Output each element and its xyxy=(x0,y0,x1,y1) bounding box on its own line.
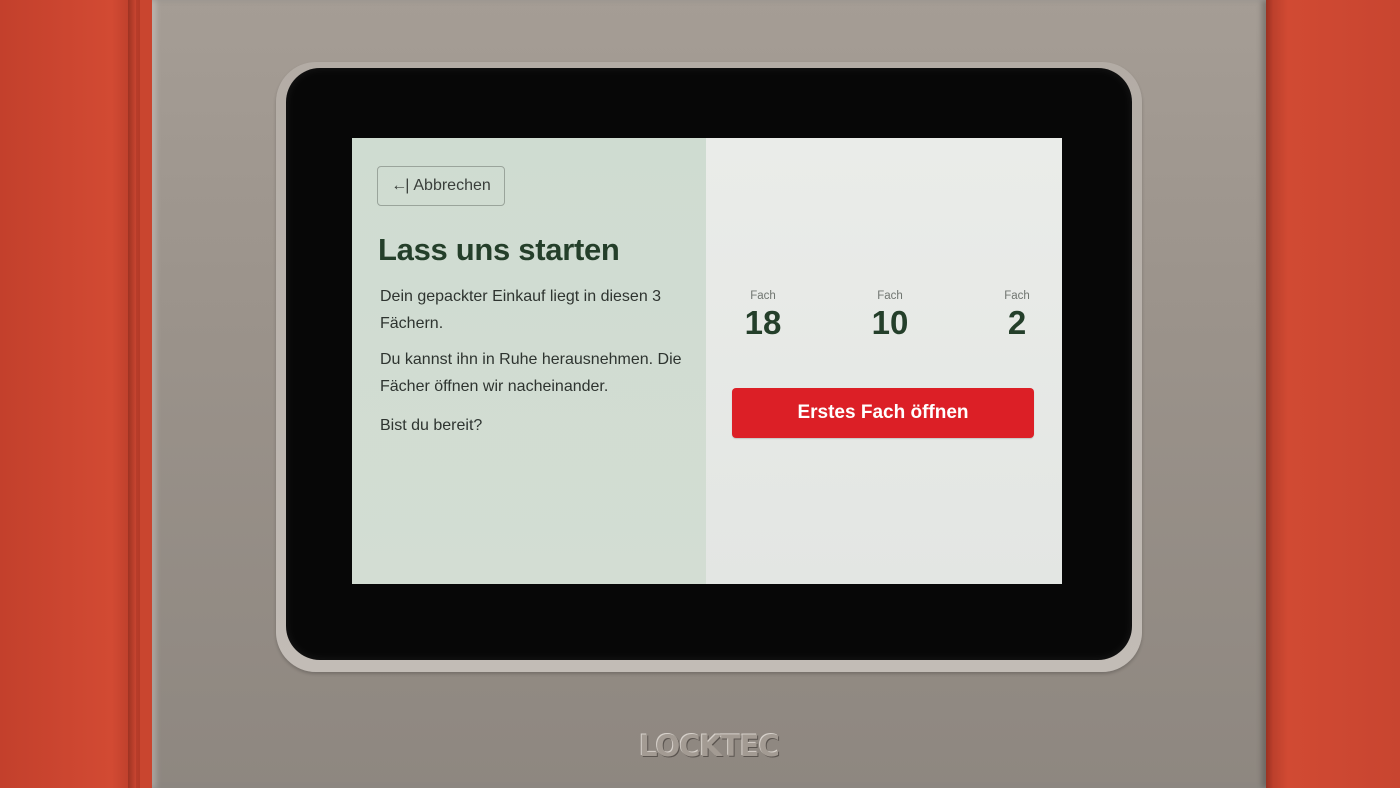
locker-door-right xyxy=(1260,0,1400,788)
compartment-list: Fach 18 Fach 10 Fach 2 xyxy=(728,290,1052,342)
info-text-instructions: Du kannst ihn in Ruhe herausnehmen. Die … xyxy=(380,351,682,395)
compartment-item: Fach 18 xyxy=(728,290,798,342)
compartment-number: 18 xyxy=(744,304,782,341)
compartment-number: 10 xyxy=(871,304,909,341)
locker-seam-left xyxy=(128,0,136,788)
info-pane: ←| Abbrechen Lass uns starten Dein gepac… xyxy=(352,138,706,584)
open-first-compartment-button[interactable]: Erstes Fach öffnen xyxy=(732,388,1034,438)
compartment-label: Fach xyxy=(750,290,776,302)
action-pane: Fach 18 Fach 10 Fach 2 Erstes Fach öffne… xyxy=(706,138,1062,584)
arrow-left-to-bar-icon: ←| xyxy=(391,177,409,194)
info-text-compartments: Dein gepackter Einkauf liegt in diesen 3… xyxy=(380,288,662,332)
compartment-label: Fach xyxy=(1004,290,1030,302)
compartment-number: 2 xyxy=(1007,304,1027,341)
compartment-item: Fach 2 xyxy=(982,290,1052,342)
cancel-button-label: Abbrechen xyxy=(413,177,491,194)
compartment-item: Fach 10 xyxy=(855,290,925,342)
page-title: Lass uns starten xyxy=(378,232,620,267)
cancel-button[interactable]: ←| Abbrechen xyxy=(377,166,505,206)
touch-screen: ←| Abbrechen Lass uns starten Dein gepac… xyxy=(352,138,1062,584)
info-text-question: Bist du bereit? xyxy=(380,417,483,434)
locker-door-left xyxy=(0,0,140,788)
brand-logo: LOCKTEC xyxy=(639,729,780,763)
compartment-label: Fach xyxy=(877,290,903,302)
